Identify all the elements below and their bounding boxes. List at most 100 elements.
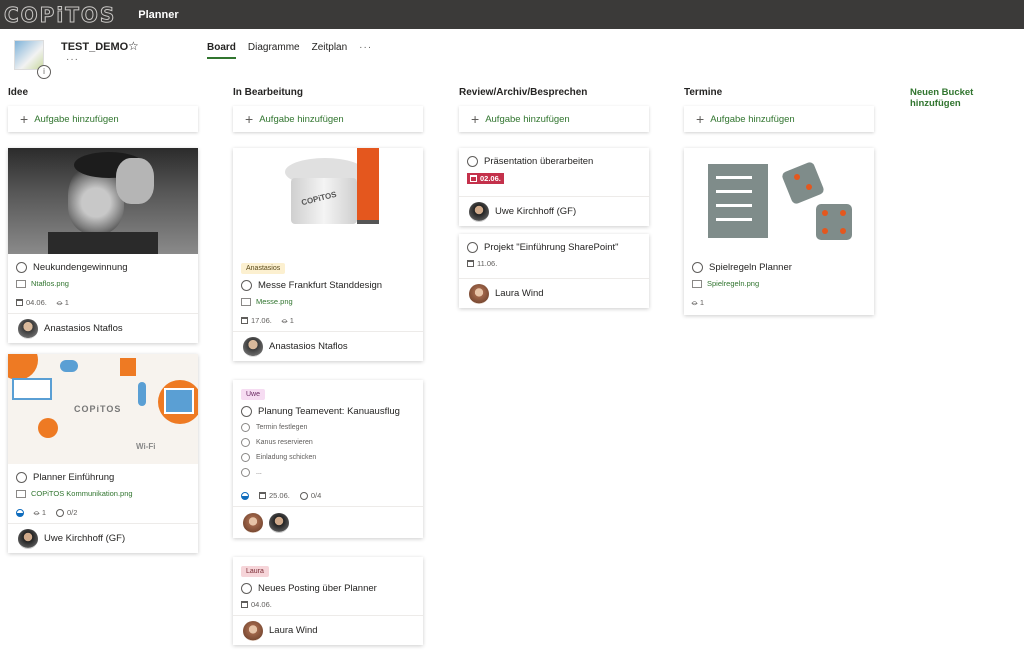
calendar-icon	[241, 601, 248, 608]
task-card-sharepoint[interactable]: Projekt "Einführung SharePoint" 11.06. L…	[459, 234, 649, 308]
add-task-label: Aufgabe hinzufügen	[710, 113, 795, 125]
checklist-item: Einladung schicken	[256, 454, 317, 461]
task-card-spielregeln[interactable]: Spielregeln Planner Spielregeln.png ⌀ 1	[684, 148, 874, 315]
plan-header: i TEST_DEMO ☆ ··· Board Diagramme Zeitpl…	[0, 29, 1024, 79]
task-title: Spielregeln Planner	[709, 262, 792, 273]
assignee-name: Laura Wind	[269, 625, 318, 636]
due-date: 11.06.	[477, 259, 498, 268]
image-attachment-icon	[16, 279, 26, 288]
attachment-link[interactable]: Spielregeln.png	[707, 279, 759, 288]
avatar[interactable]	[469, 201, 489, 222]
add-task-label: Aufgabe hinzufügen	[485, 113, 570, 125]
image-attachment-icon	[16, 489, 26, 498]
tab-diagramme[interactable]: Diagramme	[248, 42, 300, 59]
tab-board[interactable]: Board	[207, 42, 236, 59]
task-card-teamevent[interactable]: Uwe Planung Teamevent: Kanuausflug Termi…	[233, 380, 423, 538]
checklist-item-checkbox[interactable]	[241, 468, 250, 477]
plus-icon: +	[245, 111, 254, 127]
bucket-title[interactable]: Termine	[684, 87, 874, 98]
task-card-neukundengewinnung[interactable]: Neukundengewinnung Ntaflos.png 04.06. ⌀ 1…	[8, 148, 198, 343]
avatar[interactable]	[269, 512, 289, 533]
task-title: Neukundengewinnung	[33, 262, 128, 273]
avatar[interactable]	[243, 512, 263, 533]
tabs-more-button[interactable]: ···	[359, 42, 372, 59]
attachment-link[interactable]: Ntaflos.png	[31, 279, 69, 288]
complete-task-checkbox[interactable]	[467, 242, 478, 253]
tab-zeitplan[interactable]: Zeitplan	[312, 42, 348, 59]
app-logo[interactable]: COPiTOS	[3, 2, 116, 27]
avatar[interactable]	[469, 283, 489, 304]
bucket-title[interactable]: Idee	[8, 87, 198, 98]
avatar[interactable]	[18, 318, 38, 339]
favorite-star-icon[interactable]: ☆	[128, 39, 139, 53]
plus-icon: +	[471, 111, 480, 127]
due-date: 17.06.	[251, 316, 272, 325]
complete-task-checkbox[interactable]	[241, 583, 252, 594]
task-card-planner-einfuehrung[interactable]: COPiTOS Wi-Fi Planner Einführung COPiTOS…	[8, 354, 198, 553]
task-title: Neues Posting über Planner	[258, 583, 377, 594]
bucket-in-bearbeitung: In Bearbeitung + Aufgabe hinzufügen	[233, 87, 423, 132]
label-badge: Laura	[241, 566, 269, 577]
checklist-icon	[56, 508, 64, 517]
add-bucket-button[interactable]: Neuen Bucket hinzufügen	[910, 87, 1024, 109]
view-tabs: Board Diagramme Zeitplan ···	[207, 42, 372, 59]
calendar-icon	[470, 175, 477, 182]
card-preview-image	[684, 148, 874, 254]
add-task-label: Aufgabe hinzufügen	[34, 113, 119, 125]
task-card-messe[interactable]: COPiTOS Anastasios Messe Frankfurt Stand…	[233, 148, 423, 361]
checklist-item-checkbox[interactable]	[241, 453, 250, 462]
complete-task-checkbox[interactable]	[241, 406, 252, 417]
task-title: Planner Einführung	[33, 472, 115, 483]
attachment-count: 1	[41, 508, 46, 517]
assignee-name: Anastasios Ntaflos	[269, 341, 348, 352]
assignee-name: Uwe Kirchhoff (GF)	[495, 206, 577, 217]
checklist-item-checkbox[interactable]	[241, 423, 250, 432]
checklist-item-checkbox[interactable]	[241, 438, 250, 447]
image-attachment-icon	[241, 297, 251, 306]
plan-more-button[interactable]: ···	[66, 54, 79, 65]
checklist-item: Kanus reservieren	[256, 439, 313, 446]
checklist-count: 0/2	[67, 508, 78, 517]
due-date: 02.06.	[480, 174, 501, 183]
avatar[interactable]	[243, 620, 263, 641]
due-date: 25.06.	[269, 491, 290, 500]
label-badge: Uwe	[241, 389, 266, 400]
bucket-title[interactable]: In Bearbeitung	[233, 87, 423, 98]
bucket-termine: Termine + Aufgabe hinzufügen	[684, 87, 874, 132]
complete-task-checkbox[interactable]	[16, 472, 27, 483]
attachment-link[interactable]: COPiTOS Kommunikation.png	[31, 489, 133, 498]
complete-task-checkbox[interactable]	[467, 156, 478, 167]
calendar-icon	[259, 492, 266, 499]
complete-task-checkbox[interactable]	[692, 262, 703, 273]
add-task-button[interactable]: + Aufgabe hinzufügen	[459, 106, 649, 132]
app-name[interactable]: Planner	[138, 9, 178, 21]
add-task-button[interactable]: + Aufgabe hinzufügen	[684, 106, 874, 132]
task-title: Projekt "Einführung SharePoint"	[484, 242, 619, 253]
card-preview-image: COPiTOS Wi-Fi	[8, 354, 198, 464]
avatar[interactable]	[18, 528, 38, 549]
assignee-name: Anastasios Ntaflos	[44, 323, 123, 334]
add-task-button[interactable]: + Aufgabe hinzufügen	[233, 106, 423, 132]
avatar[interactable]	[243, 336, 263, 357]
attachment-link[interactable]: Messe.png	[256, 297, 293, 306]
progress-in-progress-icon	[241, 491, 249, 500]
complete-task-checkbox[interactable]	[241, 280, 252, 291]
complete-task-checkbox[interactable]	[16, 262, 27, 273]
task-card-praesentation[interactable]: Präsentation überarbeiten 02.06. Uwe Kir…	[459, 148, 649, 226]
attachment-count: 1	[64, 298, 69, 307]
task-title: Messe Frankfurt Standdesign	[258, 280, 383, 291]
checklist-item: ...	[256, 469, 262, 476]
app-header: COPiTOS Planner	[0, 0, 1024, 29]
calendar-icon	[467, 260, 474, 267]
plus-icon: +	[20, 111, 29, 127]
plus-icon: +	[696, 111, 705, 127]
paperclip-icon: ⌀	[689, 297, 700, 308]
info-icon[interactable]: i	[37, 65, 51, 79]
task-card-posting[interactable]: Laura Neues Posting über Planner 04.06. …	[233, 557, 423, 645]
due-date: 04.06.	[26, 298, 47, 307]
checklist-count: 0/4	[310, 491, 322, 500]
add-task-button[interactable]: + Aufgabe hinzufügen	[8, 106, 198, 132]
bucket-title[interactable]: Review/Archiv/Besprechen	[459, 87, 649, 98]
checklist-item: Termin festlegen	[256, 424, 308, 431]
task-title: Präsentation überarbeiten	[484, 156, 594, 167]
